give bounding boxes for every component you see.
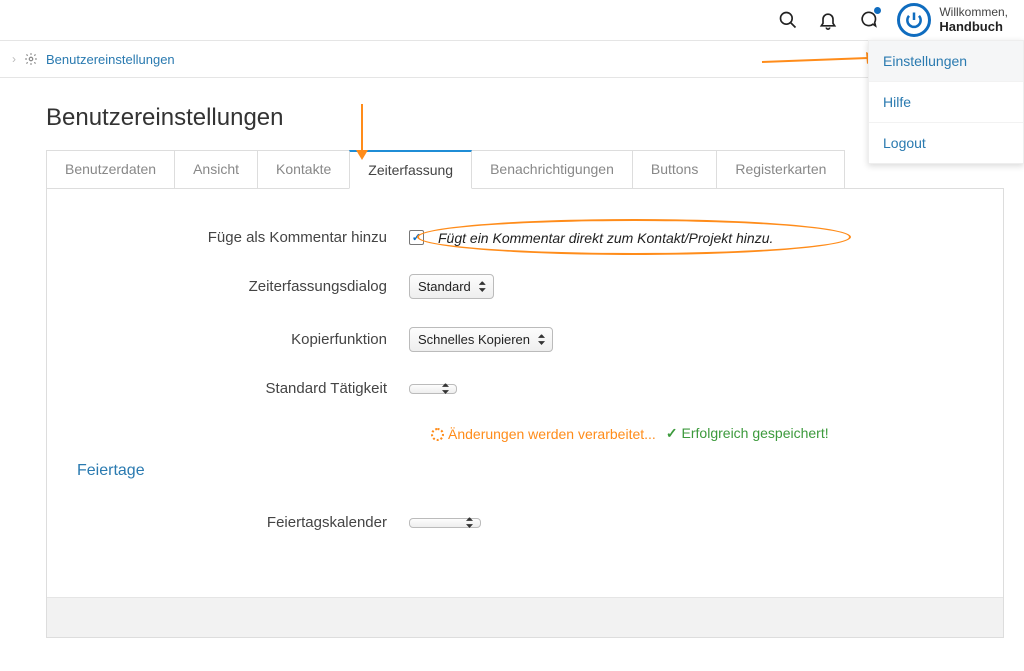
tab-ansicht[interactable]: Ansicht xyxy=(174,150,258,189)
row-dialog: Zeiterfassungsdialog Standard xyxy=(69,274,981,299)
search-icon[interactable] xyxy=(777,9,799,31)
dropdown-item-settings[interactable]: Einstellungen xyxy=(869,41,1023,82)
label-copy: Kopierfunktion xyxy=(69,331,409,348)
gear-icon xyxy=(24,52,38,66)
chevron-right-icon: › xyxy=(12,52,16,66)
row-default-activity: Standard Tätigkeit xyxy=(69,380,981,397)
label-default-activity: Standard Tätigkeit xyxy=(69,380,409,397)
welcome-label: Willkommen, xyxy=(939,5,1008,19)
select-copy[interactable]: Schnelles Kopieren xyxy=(409,327,553,352)
status-success: ✓Erfolgreich gespeichert! xyxy=(666,425,829,442)
tab-kontakte[interactable]: Kontakte xyxy=(257,150,350,189)
check-icon: ✓ xyxy=(666,425,678,441)
panel-footer xyxy=(47,597,1003,637)
topbar: Willkommen, Handbuch xyxy=(0,0,1024,40)
bell-icon[interactable] xyxy=(817,9,839,31)
power-icon xyxy=(897,3,931,37)
help-add-comment: Fügt ein Kommentar direkt zum Kontakt/Pr… xyxy=(438,230,773,246)
tab-benutzerdaten[interactable]: Benutzerdaten xyxy=(46,150,175,189)
select-holiday-calendar[interactable] xyxy=(409,518,481,528)
tab-zeiterfassung[interactable]: Zeiterfassung xyxy=(349,150,472,189)
row-holiday-calendar: Feiertagskalender xyxy=(69,514,981,531)
spinner-icon xyxy=(431,428,444,441)
dropdown-item-logout[interactable]: Logout xyxy=(869,123,1023,163)
row-copy: Kopierfunktion Schnelles Kopieren xyxy=(69,327,981,352)
row-add-comment: Füge als Kommentar hinzu ✓ Fügt ein Komm… xyxy=(69,229,981,246)
tab-registerkarten[interactable]: Registerkarten xyxy=(716,150,845,189)
tab-buttons[interactable]: Buttons xyxy=(632,150,717,189)
user-greeting: Willkommen, Handbuch xyxy=(939,5,1008,35)
settings-panel: Füge als Kommentar hinzu ✓ Fügt ein Komm… xyxy=(46,188,1004,638)
label-holiday-calendar: Feiertagskalender xyxy=(69,514,409,531)
tab-benachrichtigungen[interactable]: Benachrichtigungen xyxy=(471,150,633,189)
breadcrumb-link[interactable]: Benutzereinstellungen xyxy=(46,52,175,67)
chat-icon[interactable] xyxy=(857,9,879,31)
select-default-activity[interactable] xyxy=(409,384,457,394)
user-dropdown: Einstellungen Hilfe Logout xyxy=(868,40,1024,164)
username-label: Handbuch xyxy=(939,19,1008,35)
status-processing: Änderungen werden verarbeitet... xyxy=(431,426,656,442)
label-add-comment: Füge als Kommentar hinzu xyxy=(69,229,409,246)
dropdown-item-help[interactable]: Hilfe xyxy=(869,82,1023,123)
select-dialog[interactable]: Standard xyxy=(409,274,494,299)
status-row: Änderungen werden verarbeitet... ✓Erfolg… xyxy=(431,425,981,442)
label-dialog: Zeiterfassungsdialog xyxy=(69,278,409,295)
section-holidays: Feiertage xyxy=(77,462,981,480)
user-menu[interactable]: Willkommen, Handbuch xyxy=(897,3,1008,37)
checkbox-add-comment[interactable]: ✓ xyxy=(409,230,424,245)
